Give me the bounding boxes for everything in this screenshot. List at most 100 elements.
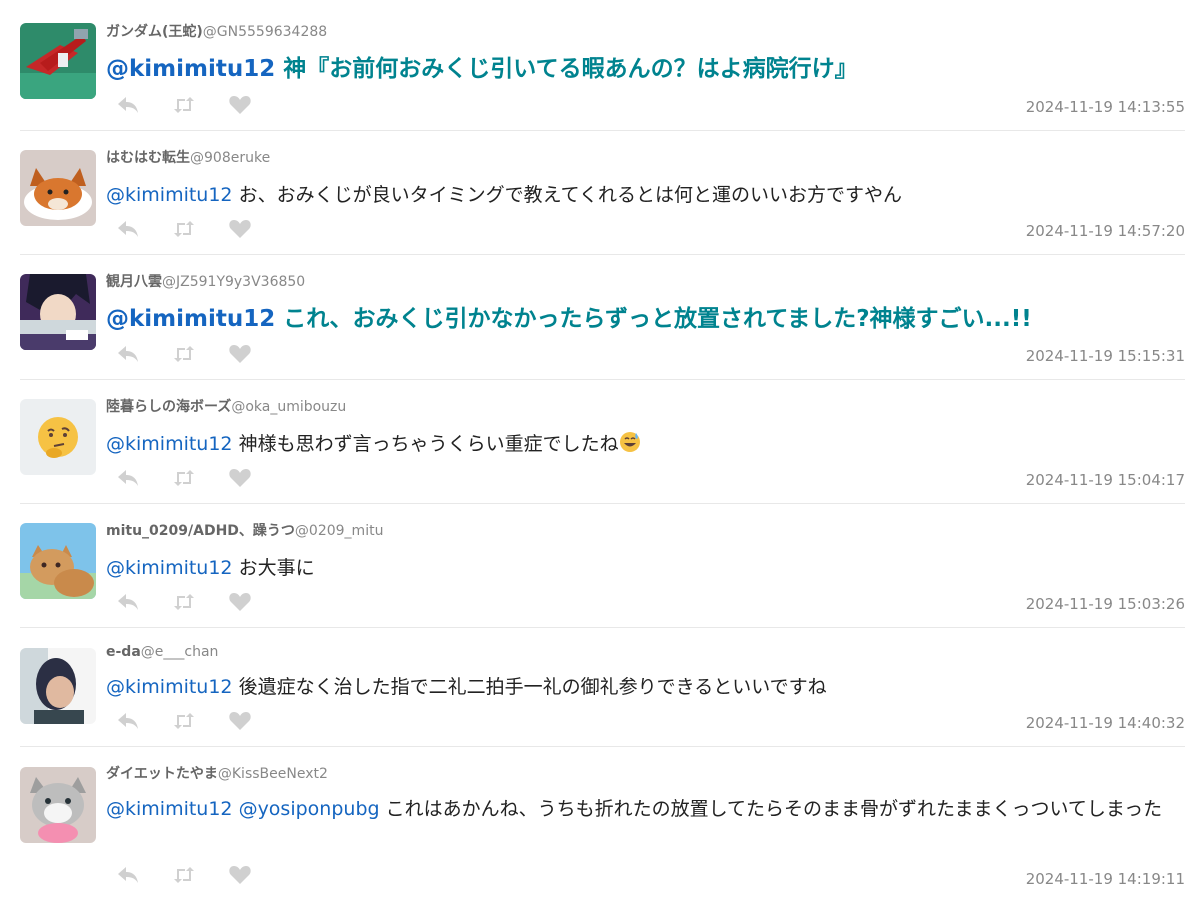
like-button[interactable] — [228, 710, 252, 732]
heart-icon — [229, 592, 251, 612]
user-name[interactable]: 陸暮らしの海ボーズ — [106, 399, 231, 415]
retweet-button[interactable] — [172, 864, 196, 886]
retweet-button[interactable] — [172, 467, 196, 489]
timestamp: 2024-11-19 14:40:32 — [1025, 714, 1185, 732]
reply-actions — [116, 218, 284, 240]
reply-icon — [117, 345, 139, 363]
reply-content: お大事に — [232, 557, 315, 579]
user-handle[interactable]: @GN5559634288 — [203, 24, 327, 40]
retweet-button[interactable] — [172, 94, 196, 116]
user-handle[interactable]: @0209_mitu — [295, 523, 384, 539]
user-handle[interactable]: @e___chan — [141, 644, 219, 660]
reply-button[interactable] — [116, 218, 140, 240]
retweet-icon — [173, 97, 195, 113]
reply-button[interactable] — [116, 710, 140, 732]
reply-header: 観月八雲@JZ591Y9y3V36850 — [106, 271, 305, 291]
reply-content: 神『お前何おみくじ引いてる暇あんの？はよ病院行け』 — [275, 56, 858, 82]
mention-link[interactable]: @kimimitu12 — [106, 557, 233, 579]
mention-link[interactable]: @kimimitu12 — [106, 306, 275, 332]
user-handle[interactable]: @908eruke — [190, 150, 270, 166]
avatar[interactable] — [20, 648, 96, 724]
retweet-button[interactable] — [172, 710, 196, 732]
timestamp: 2024-11-19 15:03:26 — [1025, 595, 1185, 613]
reply-text: @kimimitu12 お、おみくじが良いタイミングで教えてくれるとは何と運のい… — [106, 180, 1186, 210]
avatar[interactable] — [20, 274, 96, 350]
reply-icon — [117, 469, 139, 487]
reply-text: @kimimitu12 後遺症なく治した指で二礼二拍手一礼の御礼参りできるといい… — [106, 672, 1186, 702]
user-name[interactable]: mitu_0209/ADHD、躁うつ — [106, 523, 295, 539]
user-handle[interactable]: @oka_umibouzu — [231, 399, 346, 415]
retweet-icon — [173, 713, 195, 729]
retweet-icon — [173, 594, 195, 610]
reply-content: 後遺症なく治した指で二礼二拍手一礼の御礼参りできるといいですね — [232, 676, 827, 698]
reply-header: ダイエットたやま@KissBeeNext2 — [106, 763, 328, 783]
reply-button[interactable] — [116, 343, 140, 365]
mention-link[interactable]: @kimimitu12 — [106, 433, 233, 455]
reply-header: e-da@e___chan — [106, 644, 218, 660]
reply-button[interactable] — [116, 591, 140, 613]
reply-header: ガンダム(王蛇)@GN5559634288 — [106, 21, 327, 41]
user-handle[interactable]: @JZ591Y9y3V36850 — [162, 274, 305, 290]
avatar[interactable] — [20, 399, 96, 475]
divider — [20, 254, 1185, 255]
like-button[interactable] — [228, 864, 252, 886]
like-button[interactable] — [228, 218, 252, 240]
retweet-button[interactable] — [172, 591, 196, 613]
avatar[interactable] — [20, 23, 96, 99]
sweat-smile-emoji — [619, 431, 641, 453]
user-name[interactable]: はむはむ転生 — [106, 150, 190, 166]
mention-link[interactable]: @kimimitu12 — [106, 676, 233, 698]
reply-icon — [117, 866, 139, 884]
reply-text: @kimimitu12 これ、おみくじ引かなかったらずっと放置されてました?神様… — [106, 304, 1186, 334]
timestamp: 2024-11-19 14:19:11 — [1025, 870, 1185, 888]
retweet-button[interactable] — [172, 343, 196, 365]
mention-link[interactable]: @kimimitu12 — [106, 184, 233, 206]
mention-link[interactable]: @kimimitu12 — [106, 56, 275, 82]
timestamp: 2024-11-19 15:15:31 — [1025, 347, 1185, 365]
heart-icon — [229, 95, 251, 115]
reply-actions — [116, 591, 284, 613]
avatar[interactable] — [20, 767, 96, 843]
reply-button[interactable] — [116, 864, 140, 886]
retweet-icon — [173, 221, 195, 237]
user-name[interactable]: ダイエットたやま — [106, 766, 218, 782]
retweet-button[interactable] — [172, 218, 196, 240]
reply-button[interactable] — [116, 94, 140, 116]
reply-content: 神様も思わず言っちゃうくらい重症でしたね — [232, 433, 619, 455]
like-button[interactable] — [228, 94, 252, 116]
reply-header: mitu_0209/ADHD、躁うつ@0209_mitu — [106, 520, 383, 540]
heart-icon — [229, 865, 251, 885]
user-name[interactable]: ガンダム(王蛇) — [106, 24, 203, 40]
reply-list: ガンダム(王蛇)@GN5559634288 @kimimitu12 神『お前何お… — [0, 0, 1200, 899]
reply-text: @kimimitu12 神『お前何おみくじ引いてる暇あんの？はよ病院行け』 — [106, 54, 1186, 84]
heart-icon — [229, 344, 251, 364]
reply-text: @kimimitu12 お大事に — [106, 553, 1186, 583]
timestamp: 2024-11-19 14:13:55 — [1025, 98, 1185, 116]
user-name[interactable]: 観月八雲 — [106, 274, 162, 290]
like-button[interactable] — [228, 343, 252, 365]
heart-icon — [229, 468, 251, 488]
divider — [20, 379, 1185, 380]
retweet-icon — [173, 470, 195, 486]
avatar[interactable] — [20, 523, 96, 599]
avatar[interactable] — [20, 150, 96, 226]
reply-content: これ、おみくじ引かなかったらずっと放置されてました?神様すごい...!! — [275, 306, 1032, 332]
user-handle[interactable]: @KissBeeNext2 — [218, 766, 328, 782]
mention-link[interactable]: @kimimitu12 @yosiponpubg — [106, 798, 380, 820]
reply-icon — [117, 96, 139, 114]
reply-icon — [117, 712, 139, 730]
timestamp: 2024-11-19 14:57:20 — [1025, 222, 1185, 240]
like-button[interactable] — [228, 591, 252, 613]
user-name[interactable]: e-da — [106, 644, 141, 660]
heart-icon — [229, 711, 251, 731]
reply-actions — [116, 343, 284, 365]
like-button[interactable] — [228, 467, 252, 489]
timestamp: 2024-11-19 15:04:17 — [1025, 471, 1185, 489]
reply-content: これはあかんね、うちも折れたの放置してたらそのまま骨がずれたままくっついてしまっ… — [379, 798, 1163, 820]
reply-button[interactable] — [116, 467, 140, 489]
reply-actions — [116, 710, 284, 732]
divider — [20, 503, 1185, 504]
divider — [20, 627, 1185, 628]
retweet-icon — [173, 867, 195, 883]
reply-actions — [116, 467, 284, 489]
